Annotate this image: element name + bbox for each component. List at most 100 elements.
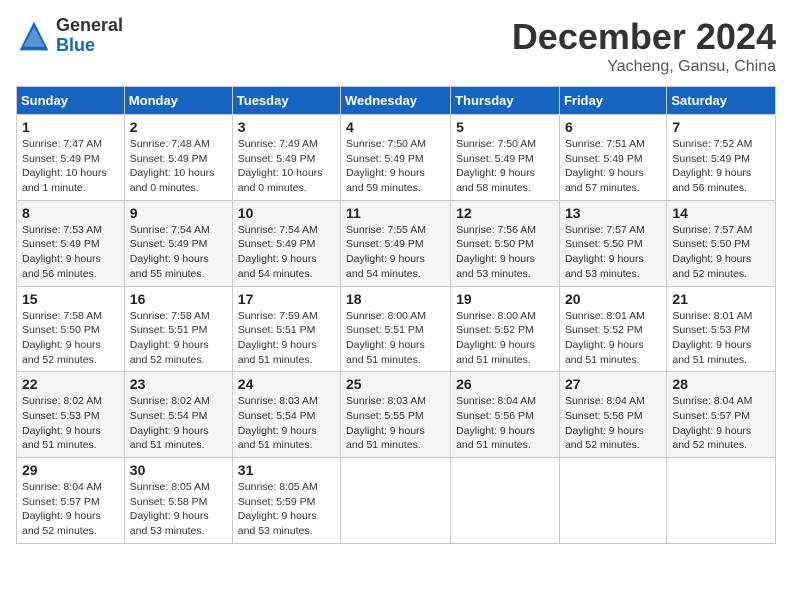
calendar-cell: 5 Sunrise: 7:50 AMSunset: 5:49 PMDaylight… bbox=[451, 115, 560, 201]
calendar-cell: 18 Sunrise: 8:00 AMSunset: 5:51 PMDayligh… bbox=[341, 286, 451, 372]
weekday-header-row: SundayMondayTuesdayWednesdayThursdayFrid… bbox=[17, 87, 776, 115]
day-number: 31 bbox=[238, 462, 335, 478]
logo-blue-text: Blue bbox=[56, 36, 123, 56]
calendar-cell bbox=[341, 458, 451, 544]
calendar-cell: 25Sunrise: 8:03 AMSunset: 5:55 PMDayligh… bbox=[341, 372, 451, 458]
calendar-cell: 9 Sunrise: 7:54 AMSunset: 5:49 PMDaylight… bbox=[124, 200, 232, 286]
calendar-cell: 28 Sunrise: 8:04 AMSunset: 5:57 PMDayligh… bbox=[667, 372, 776, 458]
day-info: Sunrise: 7:54 AMSunset: 5:49 PMDaylight:… bbox=[130, 223, 227, 282]
logo-icon bbox=[16, 18, 52, 54]
calendar-cell: 16Sunrise: 7:58 AMSunset: 5:51 PMDayligh… bbox=[124, 286, 232, 372]
day-info: Sunrise: 7:53 AMSunset: 5:49 PMDaylight:… bbox=[22, 223, 119, 282]
day-info: Sunrise: 7:49 AMSunset: 5:49 PMDaylight:… bbox=[238, 137, 335, 196]
day-number: 5 bbox=[456, 119, 554, 135]
page-header: General Blue December 2024 Yacheng, Gans… bbox=[16, 16, 776, 76]
day-info: Sunrise: 7:48 AMSunset: 5:49 PMDaylight:… bbox=[130, 137, 227, 196]
calendar-week-4: 22Sunrise: 8:02 AMSunset: 5:53 PMDayligh… bbox=[17, 372, 776, 458]
day-number: 2 bbox=[130, 119, 227, 135]
calendar-cell: 10Sunrise: 7:54 AMSunset: 5:49 PMDayligh… bbox=[232, 200, 340, 286]
month-title: December 2024 bbox=[512, 16, 776, 58]
day-info: Sunrise: 8:02 AMSunset: 5:54 PMDaylight:… bbox=[130, 394, 227, 453]
calendar-cell: 26 Sunrise: 8:04 AMSunset: 5:56 PMDayligh… bbox=[451, 372, 560, 458]
day-number: 23 bbox=[130, 376, 227, 392]
weekday-header-tuesday: Tuesday bbox=[232, 87, 340, 115]
day-info: Sunrise: 7:58 AMSunset: 5:51 PMDaylight:… bbox=[130, 309, 227, 368]
calendar-cell: 23 Sunrise: 8:02 AMSunset: 5:54 PMDayligh… bbox=[124, 372, 232, 458]
day-number: 1 bbox=[22, 119, 119, 135]
calendar-cell bbox=[667, 458, 776, 544]
weekday-header-friday: Friday bbox=[559, 87, 666, 115]
calendar-cell: 29 Sunrise: 8:04 AMSunset: 5:57 PMDayligh… bbox=[17, 458, 125, 544]
day-info: Sunrise: 8:05 AMSunset: 5:58 PMDaylight:… bbox=[130, 480, 227, 539]
weekday-header-sunday: Sunday bbox=[17, 87, 125, 115]
day-number: 7 bbox=[672, 119, 770, 135]
calendar-week-1: 1 Sunrise: 7:47 AMSunset: 5:49 PMDaylight… bbox=[17, 115, 776, 201]
calendar-cell: 15 Sunrise: 7:58 AMSunset: 5:50 PMDayligh… bbox=[17, 286, 125, 372]
day-info: Sunrise: 7:58 AMSunset: 5:50 PMDaylight:… bbox=[22, 309, 119, 368]
day-number: 18 bbox=[346, 291, 445, 307]
day-number: 28 bbox=[672, 376, 770, 392]
calendar-week-2: 8 Sunrise: 7:53 AMSunset: 5:49 PMDaylight… bbox=[17, 200, 776, 286]
day-number: 25 bbox=[346, 376, 445, 392]
day-info: Sunrise: 7:56 AMSunset: 5:50 PMDaylight:… bbox=[456, 223, 554, 282]
calendar-cell: 2 Sunrise: 7:48 AMSunset: 5:49 PMDaylight… bbox=[124, 115, 232, 201]
day-number: 9 bbox=[130, 205, 227, 221]
day-info: Sunrise: 7:59 AMSunset: 5:51 PMDaylight:… bbox=[238, 309, 335, 368]
day-number: 29 bbox=[22, 462, 119, 478]
day-info: Sunrise: 7:50 AMSunset: 5:49 PMDaylight:… bbox=[456, 137, 554, 196]
day-info: Sunrise: 8:00 AMSunset: 5:51 PMDaylight:… bbox=[346, 309, 445, 368]
day-number: 21 bbox=[672, 291, 770, 307]
day-info: Sunrise: 8:04 AMSunset: 5:56 PMDaylight:… bbox=[456, 394, 554, 453]
day-info: Sunrise: 7:52 AMSunset: 5:49 PMDaylight:… bbox=[672, 137, 770, 196]
day-info: Sunrise: 8:04 AMSunset: 5:56 PMDaylight:… bbox=[565, 394, 661, 453]
day-info: Sunrise: 7:47 AMSunset: 5:49 PMDaylight:… bbox=[22, 137, 119, 196]
day-number: 26 bbox=[456, 376, 554, 392]
calendar-cell: 7 Sunrise: 7:52 AMSunset: 5:49 PMDaylight… bbox=[667, 115, 776, 201]
calendar-cell: 30 Sunrise: 8:05 AMSunset: 5:58 PMDayligh… bbox=[124, 458, 232, 544]
day-number: 22 bbox=[22, 376, 119, 392]
day-number: 12 bbox=[456, 205, 554, 221]
day-info: Sunrise: 7:55 AMSunset: 5:49 PMDaylight:… bbox=[346, 223, 445, 282]
day-number: 24 bbox=[238, 376, 335, 392]
day-number: 15 bbox=[22, 291, 119, 307]
day-info: Sunrise: 7:57 AMSunset: 5:50 PMDaylight:… bbox=[672, 223, 770, 282]
day-info: Sunrise: 8:04 AMSunset: 5:57 PMDaylight:… bbox=[672, 394, 770, 453]
day-number: 20 bbox=[565, 291, 661, 307]
logo: General Blue bbox=[16, 16, 123, 56]
day-info: Sunrise: 7:54 AMSunset: 5:49 PMDaylight:… bbox=[238, 223, 335, 282]
logo-text: General Blue bbox=[56, 16, 123, 56]
day-number: 8 bbox=[22, 205, 119, 221]
calendar-cell: 22Sunrise: 8:02 AMSunset: 5:53 PMDayligh… bbox=[17, 372, 125, 458]
day-info: Sunrise: 8:00 AMSunset: 5:52 PMDaylight:… bbox=[456, 309, 554, 368]
logo-general-text: General bbox=[56, 16, 123, 36]
day-number: 13 bbox=[565, 205, 661, 221]
location-subtitle: Yacheng, Gansu, China bbox=[512, 58, 776, 76]
day-info: Sunrise: 7:57 AMSunset: 5:50 PMDaylight:… bbox=[565, 223, 661, 282]
calendar-cell: 4Sunrise: 7:50 AMSunset: 5:49 PMDaylight… bbox=[341, 115, 451, 201]
calendar-cell: 8 Sunrise: 7:53 AMSunset: 5:49 PMDaylight… bbox=[17, 200, 125, 286]
day-number: 6 bbox=[565, 119, 661, 135]
calendar-cell: 3Sunrise: 7:49 AMSunset: 5:49 PMDaylight… bbox=[232, 115, 340, 201]
day-info: Sunrise: 8:01 AMSunset: 5:53 PMDaylight:… bbox=[672, 309, 770, 368]
calendar-cell: 6 Sunrise: 7:51 AMSunset: 5:49 PMDaylight… bbox=[559, 115, 666, 201]
day-info: Sunrise: 8:04 AMSunset: 5:57 PMDaylight:… bbox=[22, 480, 119, 539]
calendar-cell: 17 Sunrise: 7:59 AMSunset: 5:51 PMDayligh… bbox=[232, 286, 340, 372]
weekday-header-wednesday: Wednesday bbox=[341, 87, 451, 115]
weekday-header-thursday: Thursday bbox=[451, 87, 560, 115]
day-number: 19 bbox=[456, 291, 554, 307]
day-number: 30 bbox=[130, 462, 227, 478]
calendar-cell: 13 Sunrise: 7:57 AMSunset: 5:50 PMDayligh… bbox=[559, 200, 666, 286]
day-number: 11 bbox=[346, 205, 445, 221]
calendar-week-5: 29 Sunrise: 8:04 AMSunset: 5:57 PMDayligh… bbox=[17, 458, 776, 544]
day-number: 17 bbox=[238, 291, 335, 307]
day-number: 14 bbox=[672, 205, 770, 221]
day-number: 4 bbox=[346, 119, 445, 135]
weekday-header-saturday: Saturday bbox=[667, 87, 776, 115]
calendar-cell: 24Sunrise: 8:03 AMSunset: 5:54 PMDayligh… bbox=[232, 372, 340, 458]
calendar-cell: 14 Sunrise: 7:57 AMSunset: 5:50 PMDayligh… bbox=[667, 200, 776, 286]
day-info: Sunrise: 7:51 AMSunset: 5:49 PMDaylight:… bbox=[565, 137, 661, 196]
calendar-cell bbox=[559, 458, 666, 544]
title-block: December 2024 Yacheng, Gansu, China bbox=[512, 16, 776, 76]
day-number: 27 bbox=[565, 376, 661, 392]
day-info: Sunrise: 8:01 AMSunset: 5:52 PMDaylight:… bbox=[565, 309, 661, 368]
